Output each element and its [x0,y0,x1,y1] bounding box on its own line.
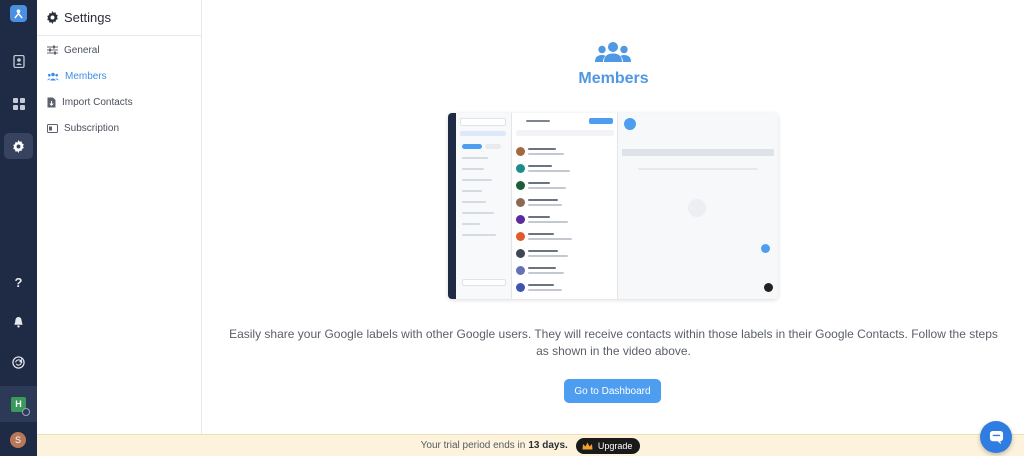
users-icon [47,72,59,80]
user-avatar[interactable]: S [10,432,26,448]
tutorial-video-preview[interactable] [448,113,778,299]
settings-gear-icon [47,11,58,24]
card-icon [47,123,58,133]
file-import-icon [47,97,56,107]
settings-sidebar: Settings General Members Import Contacts… [37,0,202,434]
trial-days: 13 days. [528,440,568,451]
members-panel: Members Easily share your Google labels … [203,0,1024,434]
sync-icon[interactable] [4,349,33,375]
trial-banner: Your trial period ends in 13 days. Upgra… [37,434,1024,456]
sidebar-item-label: Subscription [64,122,120,134]
chat-launcher-button[interactable] [980,421,1012,453]
sidebar-item-label: Members [65,70,107,82]
settings-title: Settings [64,10,111,25]
sidebar-item-subscription[interactable]: Subscription [37,115,201,141]
members-description: Easily share your Google labels with oth… [229,327,998,358]
app-rail: ? H S [0,0,37,456]
sidebar-item-label: Import Contacts [62,96,133,108]
chat-bubble-icon [989,430,1003,444]
upgrade-button[interactable]: Upgrade [575,437,641,454]
settings-gear-icon[interactable] [4,133,33,159]
settings-header: Settings [37,0,201,36]
app-logo-icon[interactable] [10,5,27,22]
trial-text: Your trial period ends in [420,440,526,451]
members-group-icon [595,42,631,62]
page-title: Members [578,70,649,87]
crown-icon [582,442,593,449]
sliders-icon [47,45,58,55]
workspace-switcher[interactable]: H [0,386,37,422]
sidebar-item-members[interactable]: Members [37,63,201,89]
contacts-icon[interactable] [4,48,33,74]
sidebar-item-label: General [64,44,100,56]
sidebar-item-general[interactable]: General [37,37,201,63]
workspace-badge: H [11,396,30,416]
go-to-dashboard-button[interactable]: Go to Dashboard [564,379,661,403]
sidebar-item-import-contacts[interactable]: Import Contacts [37,89,201,115]
notifications-bell-icon[interactable] [4,309,33,335]
apps-grid-icon[interactable] [4,91,33,117]
help-icon[interactable]: ? [4,269,33,295]
